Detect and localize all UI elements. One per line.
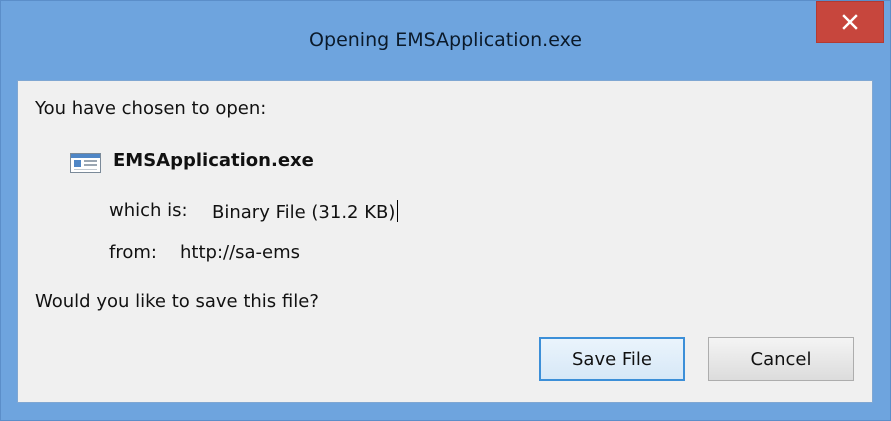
file-type-text: Binary File (31.2 KB) — [212, 202, 396, 223]
cancel-button[interactable]: Cancel — [708, 337, 854, 381]
intro-text: You have chosen to open: — [35, 98, 267, 119]
which-is-label: which is: — [109, 200, 188, 221]
dialog-content: You have chosen to open: EMSApplication.… — [17, 80, 873, 403]
dialog-window: Opening EMSApplication.exe You have chos… — [0, 0, 891, 421]
text-cursor — [397, 200, 399, 222]
title-bar[interactable]: Opening EMSApplication.exe — [1, 1, 890, 80]
window-title: Opening EMSApplication.exe — [309, 29, 582, 51]
application-file-icon — [70, 153, 101, 173]
from-value: http://sa-ems — [180, 242, 301, 263]
save-question: Would you like to save this file? — [35, 291, 319, 312]
file-name: EMSApplication.exe — [113, 150, 314, 171]
file-type-value: Binary File (31.2 KB) — [212, 200, 399, 223]
close-icon — [842, 14, 858, 30]
from-label: from: — [109, 242, 157, 263]
save-file-button[interactable]: Save File — [539, 337, 685, 381]
close-button[interactable] — [816, 1, 884, 43]
